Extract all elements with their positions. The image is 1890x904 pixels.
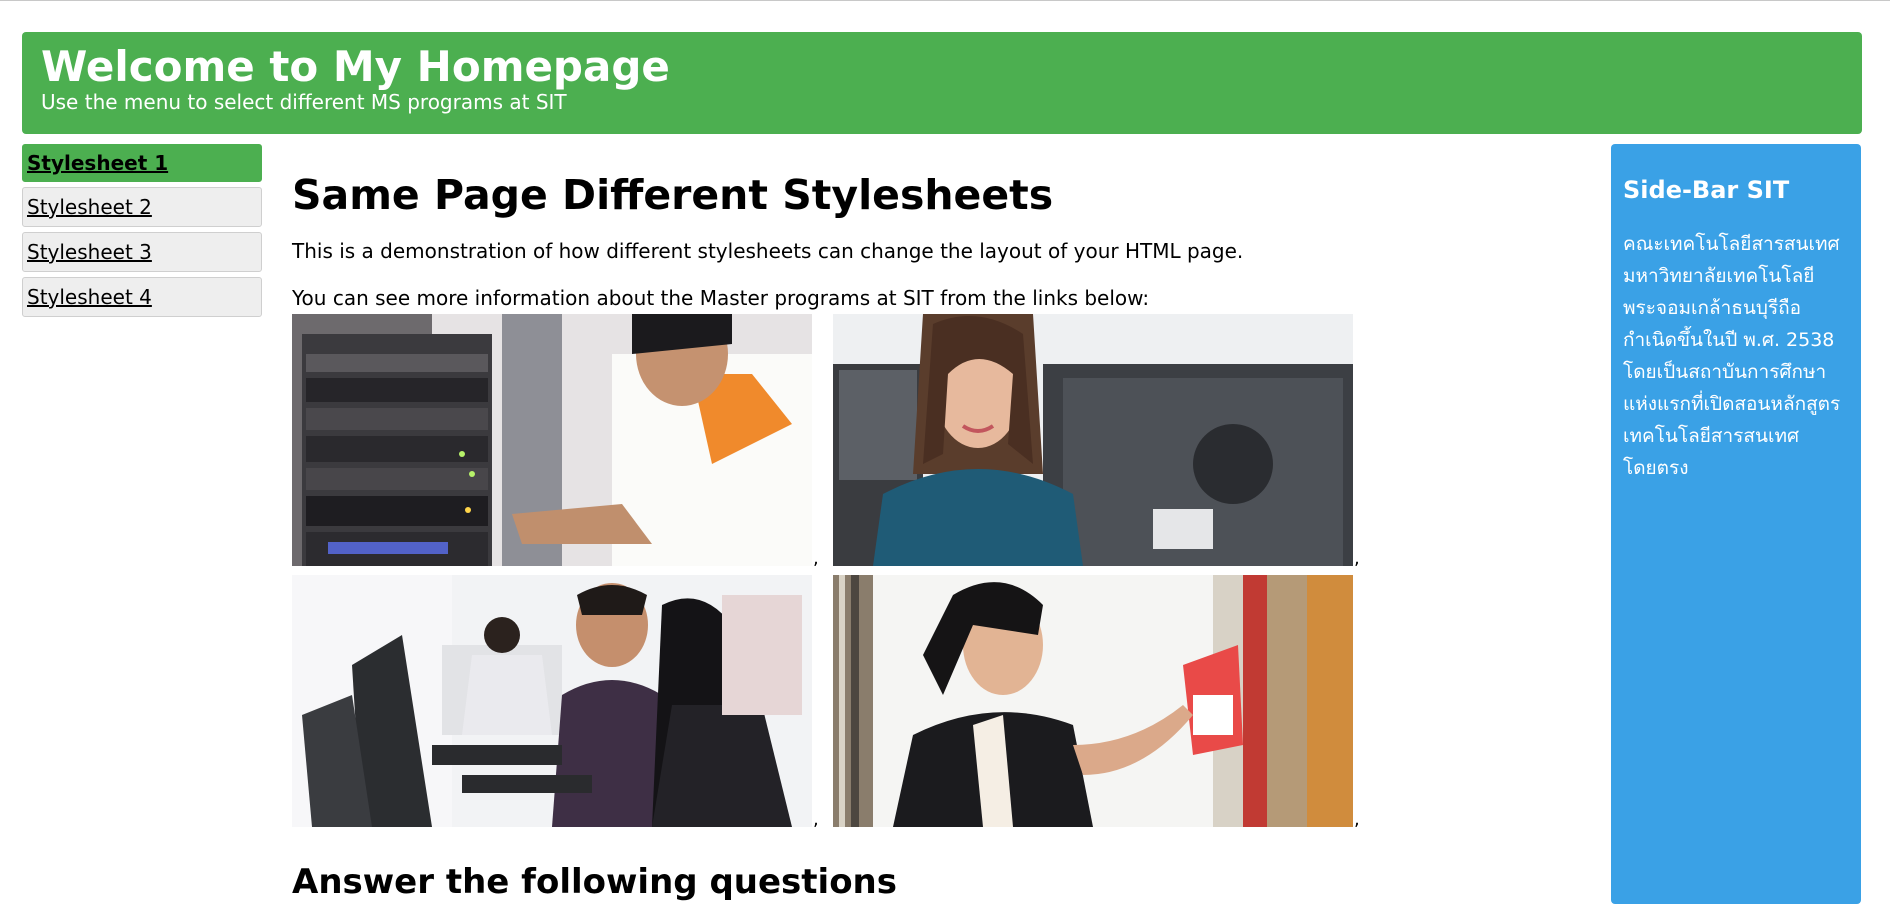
smiling-woman-at-monitor-photo bbox=[833, 314, 1353, 566]
menu-item-stylesheet-3[interactable]: Stylesheet 3 bbox=[22, 232, 262, 272]
browser-top-border bbox=[0, 0, 1890, 1]
menu-item-stylesheet-1[interactable]: Stylesheet 1 bbox=[22, 144, 262, 182]
page-header: Welcome to My Homepage Use the menu to s… bbox=[22, 32, 1862, 134]
menu-item-stylesheet-2[interactable]: Stylesheet 2 bbox=[22, 187, 262, 227]
intro-paragraph: This is a demonstration of how different… bbox=[292, 239, 1244, 263]
photo-link-4[interactable]: , bbox=[833, 575, 1363, 829]
sidebar: Side-Bar SIT คณะเทคโนโลยีสารสนเทศ มหาวิท… bbox=[1611, 144, 1861, 904]
woman-at-bookshelf-photo bbox=[833, 575, 1353, 827]
links-intro-paragraph: You can see more information about the M… bbox=[292, 286, 1150, 310]
photo-link-2[interactable]: , bbox=[833, 314, 1363, 568]
photo-link-3[interactable]: , bbox=[292, 575, 822, 829]
main-heading: Same Page Different Stylesheets bbox=[292, 171, 1054, 219]
menu-item-stylesheet-4[interactable]: Stylesheet 4 bbox=[22, 277, 262, 317]
page-title: Welcome to My Homepage bbox=[41, 42, 670, 91]
server-rack-technician-photo bbox=[292, 314, 812, 566]
students-at-computers-photo bbox=[292, 575, 812, 827]
photo-link-1[interactable]: , bbox=[292, 314, 822, 568]
sidebar-text: คณะเทคโนโลยีสารสนเทศ มหาวิทยาลัยเทคโนโลย… bbox=[1623, 233, 1841, 479]
sidebar-title: Side-Bar SIT bbox=[1623, 176, 1790, 204]
stylesheet-menu: Stylesheet 1 Stylesheet 2 Stylesheet 3 S… bbox=[22, 144, 262, 322]
page-subtitle: Use the menu to select different MS prog… bbox=[41, 90, 567, 114]
main-content: Same Page Different Stylesheets This is … bbox=[292, 160, 1392, 829]
questions-heading: Answer the following questions bbox=[292, 862, 897, 902]
